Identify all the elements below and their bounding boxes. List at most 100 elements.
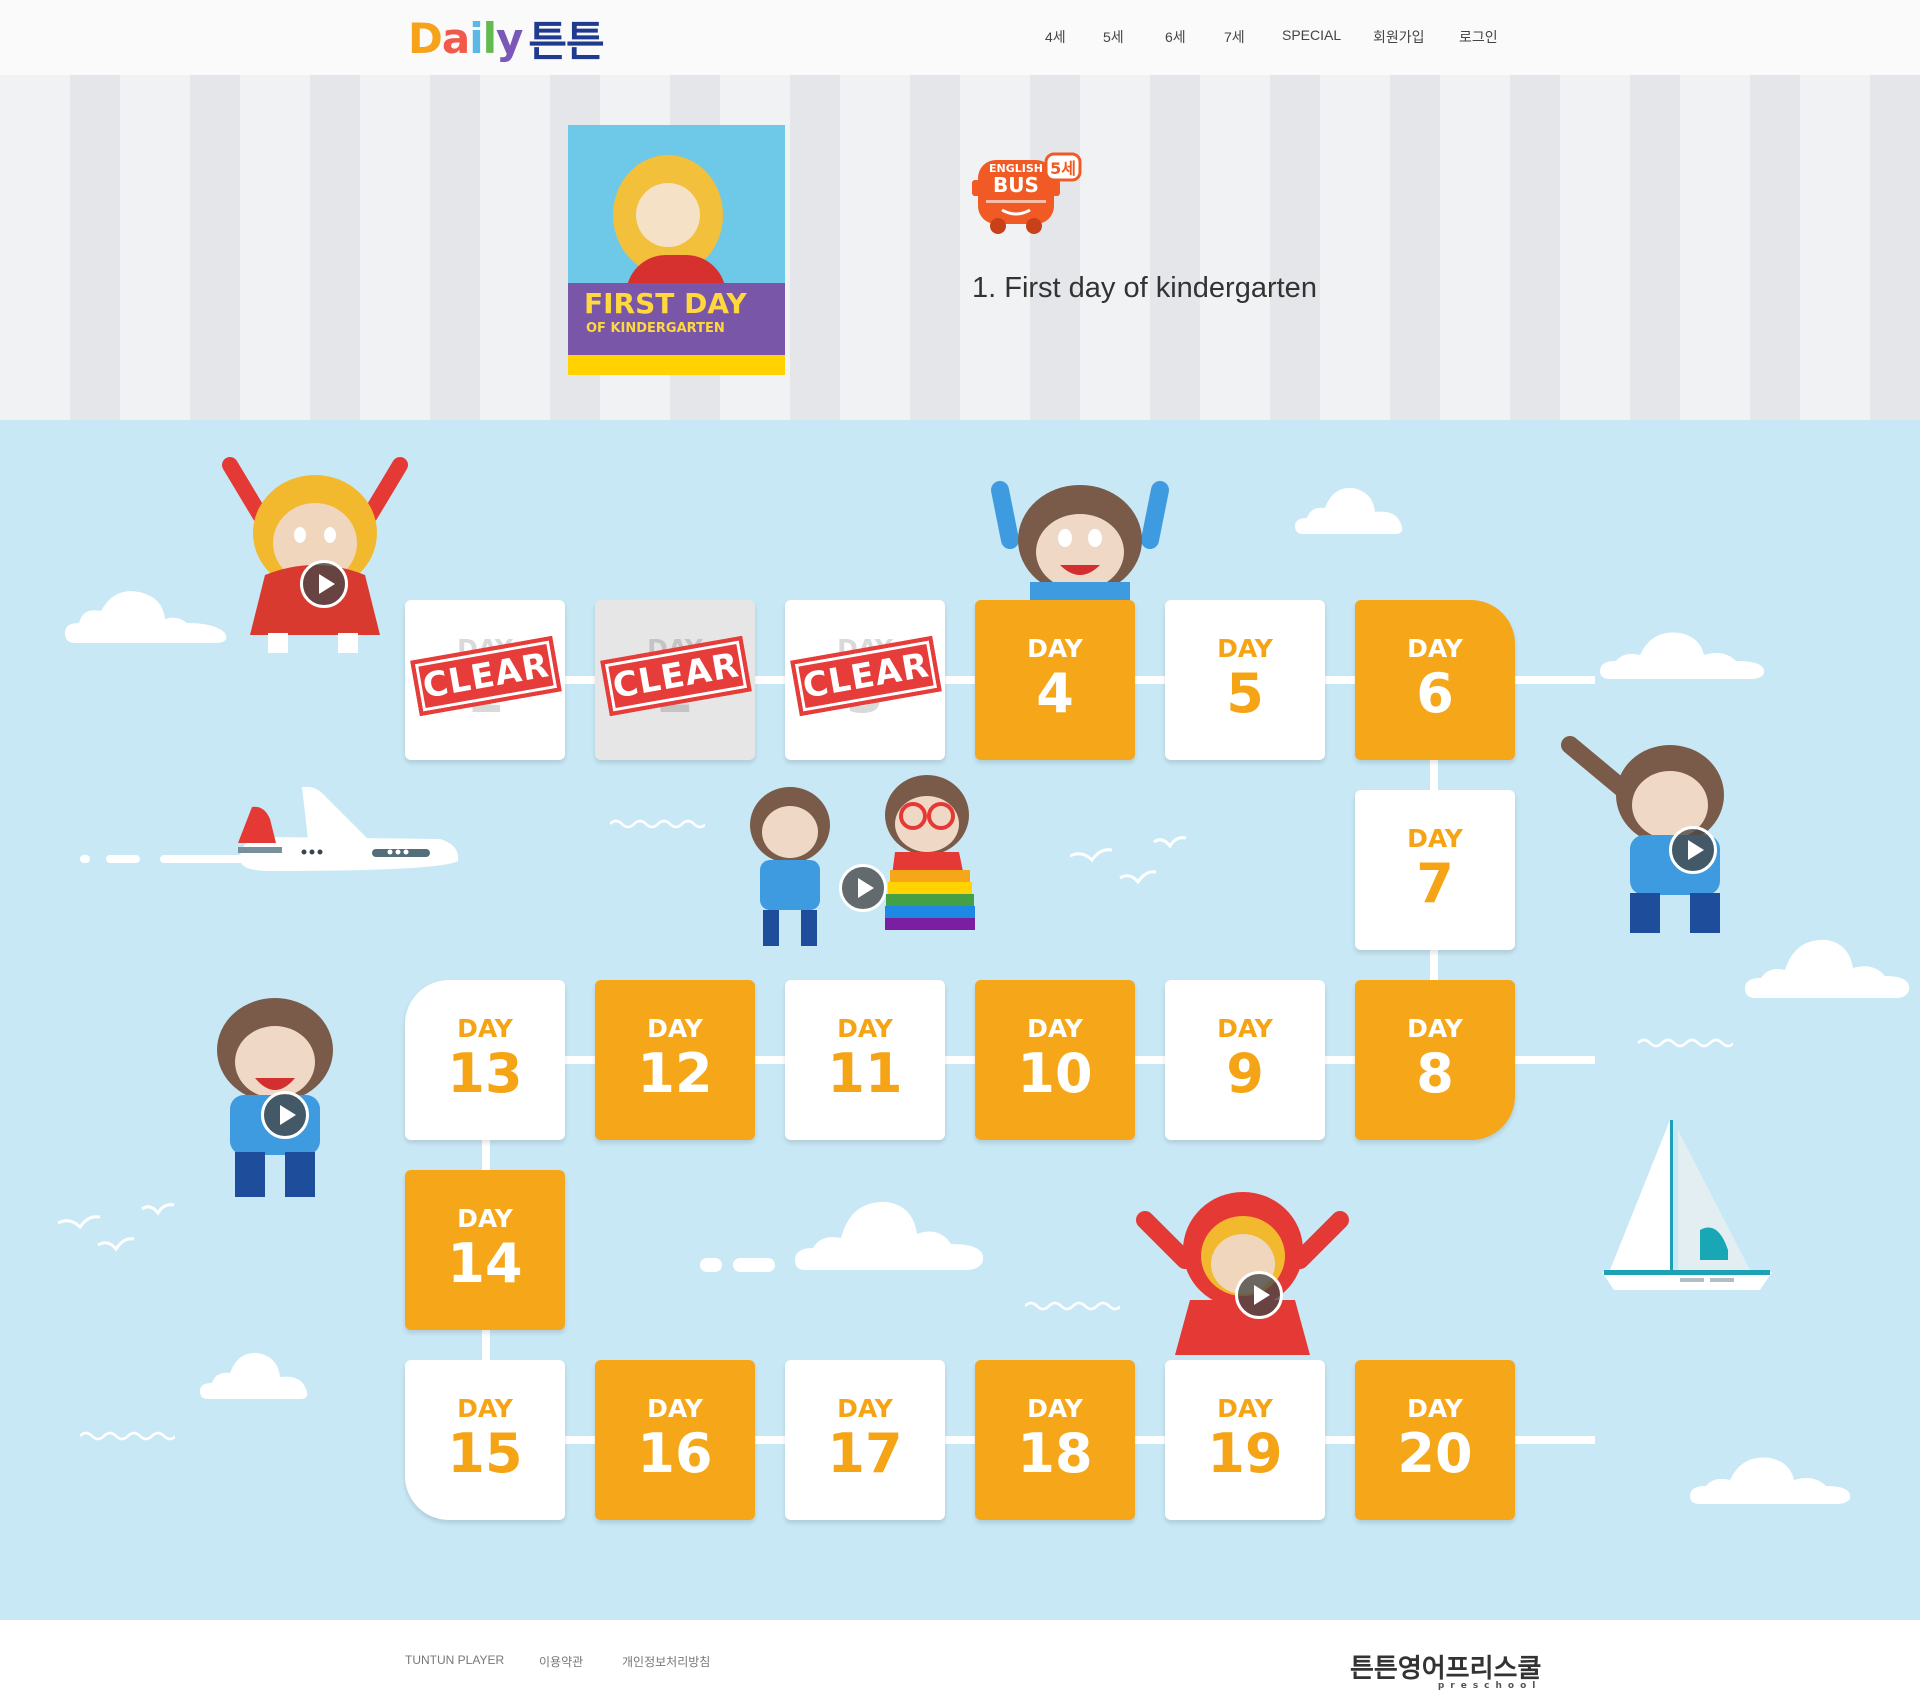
nav-age-4[interactable]: 4세 xyxy=(1045,27,1066,47)
clear-stamp: CLEAR xyxy=(790,635,942,717)
day-number: 17 xyxy=(827,1422,903,1485)
logo-letter: D xyxy=(408,13,443,63)
logo-letter: l xyxy=(482,13,497,63)
book-title: 1. First day of kindergarten xyxy=(972,272,1317,304)
cloud-dot xyxy=(733,1258,775,1272)
day-number: 18 xyxy=(1017,1422,1093,1485)
day-number: 16 xyxy=(637,1422,713,1485)
day-number: 19 xyxy=(1207,1422,1283,1485)
logo-letter: i xyxy=(469,13,483,63)
nav-special[interactable]: SPECIAL xyxy=(1282,27,1341,43)
day-tile-7[interactable]: DAY 7 xyxy=(1355,790,1515,950)
day-tile-10[interactable]: DAY 10 xyxy=(975,980,1135,1140)
day-tile-6[interactable]: DAY 6 xyxy=(1355,600,1515,760)
day-tile-18[interactable]: DAY 18 xyxy=(975,1360,1135,1520)
cloud-icon xyxy=(1690,1457,1851,1504)
birds-icon xyxy=(1070,836,1187,885)
cover-subtitle: OF KINDERGARTEN xyxy=(586,321,725,336)
day-tile-4[interactable]: DAY 4 xyxy=(975,600,1135,760)
play-icon[interactable] xyxy=(839,864,887,912)
day-number: 9 xyxy=(1226,1042,1264,1105)
day-label: DAY xyxy=(1407,634,1463,663)
cover-character-face xyxy=(636,183,700,247)
book-info-band xyxy=(0,75,1920,420)
day-label: DAY xyxy=(1407,824,1463,853)
footer-link-privacy[interactable]: 개인정보처리방침 xyxy=(622,1653,710,1670)
day-tile-11[interactable]: DAY 11 xyxy=(785,980,945,1140)
wave-icon xyxy=(80,1431,175,1441)
day-label: DAY xyxy=(1217,1394,1273,1423)
clear-stamp: CLEAR xyxy=(410,635,562,717)
wave-icon xyxy=(1638,1038,1733,1048)
day-number: 8 xyxy=(1416,1042,1454,1105)
day-number: 13 xyxy=(447,1042,523,1105)
day-tile-16[interactable]: DAY 16 xyxy=(595,1360,755,1520)
day-label: DAY xyxy=(457,1204,513,1233)
day-number: 12 xyxy=(637,1042,713,1105)
day-tile-14[interactable]: DAY 14 xyxy=(405,1170,565,1330)
day-board: DAY1CLEAR DAY2CLEAR DAY3CLEAR DAY4 DAY5 … xyxy=(0,420,1920,1620)
play-icon[interactable] xyxy=(1669,826,1717,874)
day-label: DAY xyxy=(1407,1394,1463,1423)
day-tile-2[interactable]: DAY2CLEAR xyxy=(595,600,755,760)
nav-login[interactable]: 로그인 xyxy=(1459,27,1498,47)
monkey-character xyxy=(1561,736,1724,933)
day-label: DAY xyxy=(837,1014,893,1043)
day-label: DAY xyxy=(457,1014,513,1043)
day-tile-19[interactable]: DAY 19 xyxy=(1165,1360,1325,1520)
play-icon[interactable] xyxy=(300,560,348,608)
cloud-icon xyxy=(1745,939,1910,998)
day-tile-3[interactable]: DAY3CLEAR xyxy=(785,600,945,760)
sailboat-icon xyxy=(1602,1120,1772,1290)
clear-stamp: CLEAR xyxy=(600,635,752,717)
day-number: 10 xyxy=(1017,1042,1093,1105)
nav-signup[interactable]: 회원가입 xyxy=(1373,27,1425,47)
site-footer: TUNTUN PLAYER 이용약관 개인정보처리방침 튼튼영어프리스쿨 pre… xyxy=(0,1620,1920,1705)
cloud-icon xyxy=(65,591,227,643)
day-tile-5[interactable]: DAY 5 xyxy=(1165,600,1325,760)
logo-korean: 튼튼 xyxy=(528,16,604,66)
day-label: DAY xyxy=(1217,634,1273,663)
day-number: 11 xyxy=(827,1042,903,1105)
day-label: DAY xyxy=(1027,1014,1083,1043)
book-cover: FIRST DAY OF KINDERGARTEN xyxy=(568,125,785,375)
bus-age-badge: 5세 xyxy=(1050,159,1076,178)
cover-title: FIRST DAY xyxy=(584,287,747,320)
day-number: 15 xyxy=(447,1422,523,1485)
cloud-dot xyxy=(700,1258,722,1272)
day-label: DAY xyxy=(647,1394,703,1423)
day-tile-12[interactable]: DAY 12 xyxy=(595,980,755,1140)
nav-age-6[interactable]: 6세 xyxy=(1165,27,1186,47)
site-header: Da i l y 튼튼 4세 5세 6세 7세 SPECIAL 회원가입 로그인 xyxy=(0,0,1920,75)
play-icon[interactable] xyxy=(261,1091,309,1139)
tuntun-preschool-logo[interactable]: 튼튼영어프리스쿨 preschool xyxy=(1350,1648,1541,1691)
day-number: 6 xyxy=(1416,662,1454,725)
bus-icon: ENGLISH BUS 5세 xyxy=(972,152,1082,234)
play-icon[interactable] xyxy=(1235,1271,1283,1319)
day-tile-15[interactable]: DAY 15 xyxy=(405,1360,565,1520)
nav-age-5[interactable]: 5세 xyxy=(1103,27,1124,47)
monkey-character xyxy=(991,481,1169,600)
footer-link-player[interactable]: TUNTUN PLAYER xyxy=(405,1653,504,1667)
nav-age-7[interactable]: 7세 xyxy=(1224,27,1245,47)
day-tile-9[interactable]: DAY 9 xyxy=(1165,980,1325,1140)
day-label: DAY xyxy=(1027,1394,1083,1423)
day-number: 20 xyxy=(1397,1422,1473,1485)
day-tile-1[interactable]: DAY1CLEAR xyxy=(405,600,565,760)
day-number: 5 xyxy=(1226,662,1264,725)
day-label: DAY xyxy=(1407,1014,1463,1043)
day-tile-8[interactable]: DAY 8 xyxy=(1355,980,1515,1140)
day-label: DAY xyxy=(457,1394,513,1423)
airplane-icon xyxy=(80,787,459,871)
daily-tuntun-logo[interactable]: Da i l y 튼튼 xyxy=(408,13,605,66)
day-tile-17[interactable]: DAY 17 xyxy=(785,1360,945,1520)
footer-link-terms[interactable]: 이용약관 xyxy=(539,1653,583,1670)
day-label: DAY xyxy=(1027,634,1083,663)
monkeys-pair-character xyxy=(750,775,975,946)
day-tile-13[interactable]: DAY 13 xyxy=(405,980,565,1140)
cloud-icon xyxy=(795,1201,984,1270)
logo-letter: y xyxy=(496,13,523,63)
day-tile-20[interactable]: DAY 20 xyxy=(1355,1360,1515,1520)
day-label: DAY xyxy=(1217,1014,1273,1043)
girl-monkey-character xyxy=(222,457,408,653)
